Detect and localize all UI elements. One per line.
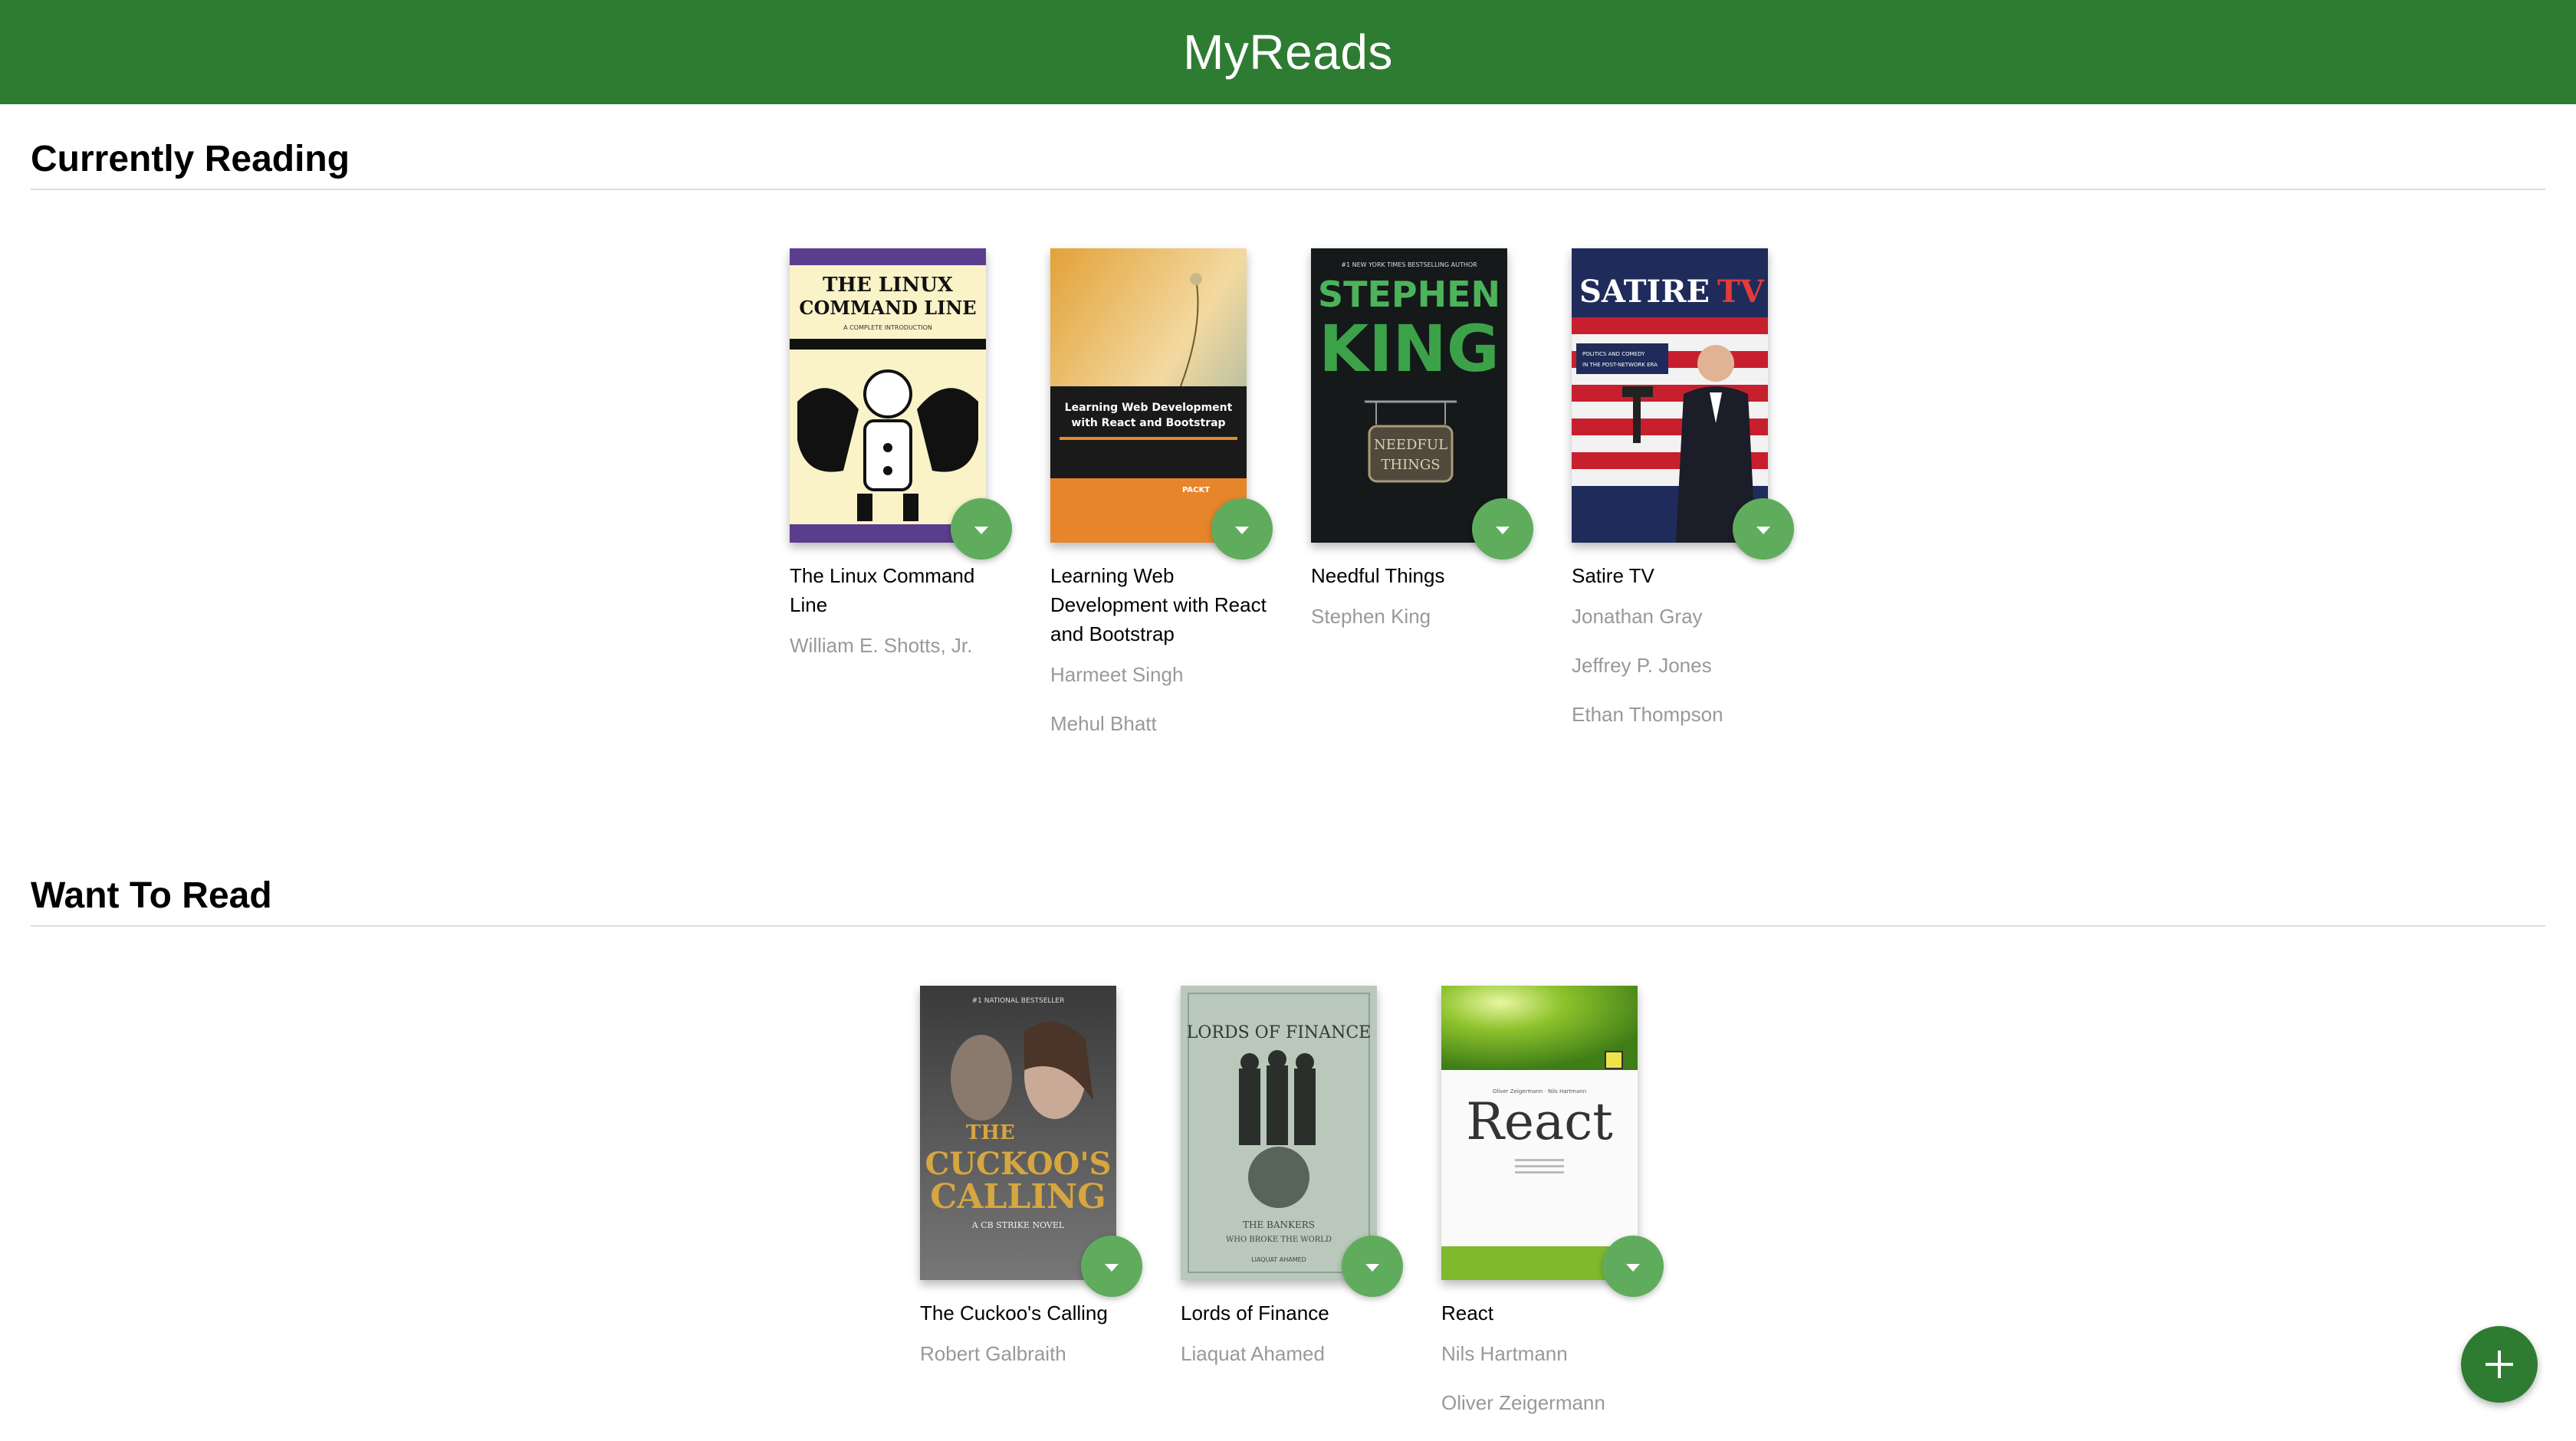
cover-headline-1: THE LINUX <box>823 274 954 297</box>
book-grid: THE LINUX COMMAND LINE A COMPLETE INTROD… <box>790 248 1863 747</box>
book-author: William E. Shotts, Jr. <box>790 634 973 657</box>
cover-sign-1: NEEDFUL <box>1374 437 1447 453</box>
book-cover[interactable]: SATIRE TV POLITICS AND COMEDY IN THE POS… <box>1572 248 1768 543</box>
shelf-changer-button[interactable] <box>1342 1236 1403 1297</box>
book-title: The Linux Command Line <box>790 564 975 616</box>
book-title: Satire TV <box>1572 564 1654 587</box>
cover-subtitle: A COMPLETE INTRODUCTION <box>843 324 932 331</box>
shelf-changer-button[interactable] <box>1472 498 1533 560</box>
book-author: Harmeet Singh <box>1050 663 1184 686</box>
book-author: Nils Hartmann <box>1441 1342 1568 1365</box>
cover-sign-2: THINGS <box>1381 457 1440 473</box>
book-cover-art: Learning Web Development with React and … <box>1050 248 1247 543</box>
cover-tagline: #1 NEW YORK TIMES BESTSELLING AUTHOR <box>1341 261 1477 268</box>
caret-down-icon <box>1496 527 1510 534</box>
book-cover-art: THE LINUX COMMAND LINE A COMPLETE INTROD… <box>790 248 986 543</box>
book-title: The Cuckoo's Calling <box>920 1301 1108 1324</box>
cover-headline-1: SATIRE <box>1579 274 1710 310</box>
book-cover[interactable]: Oliver Zeigermann · Nils Hartmann React <box>1441 986 1638 1280</box>
cover-subtitle-1: POLITICS AND COMEDY <box>1582 351 1645 357</box>
book-cover[interactable]: LORDS OF FINANCE THE BANKERS WHO BROKE T… <box>1181 986 1377 1280</box>
book-cover-art: SATIRE TV POLITICS AND COMEDY IN THE POS… <box>1572 248 1768 543</box>
book-authors: Stephen King <box>1311 592 1533 641</box>
caret-down-icon <box>1365 1264 1379 1272</box>
shelf-changer-button[interactable] <box>1081 1236 1142 1297</box>
book-cover-art: #1 NEW YORK TIMES BESTSELLING AUTHOR STE… <box>1311 248 1507 543</box>
cover-publisher: PACKT <box>1182 486 1210 494</box>
cover-headline-1: Learning Web Development <box>1065 402 1233 414</box>
cover-headline-2: CUCKOO'S <box>925 1146 1111 1182</box>
book-authors: Jonathan Gray Jeffrey P. Jones Ethan Tho… <box>1572 592 1794 739</box>
shelf-want-to-read: Want To Read <box>31 875 2545 927</box>
plus-icon <box>2486 1351 2513 1378</box>
cover-headline-2: KING <box>1319 311 1500 386</box>
book-authors: Robert Galbraith <box>920 1329 1142 1378</box>
book-title: Needful Things <box>1311 564 1445 587</box>
caret-down-icon <box>974 527 988 534</box>
caret-down-icon <box>1235 527 1249 534</box>
cover-byline: LIAQUAT AHAMED <box>1251 1256 1306 1263</box>
shelf-currently-reading: Currently Reading <box>31 138 2545 190</box>
cover-headline-1: React <box>1466 1092 1613 1151</box>
cover-subtitle-2: WHO BROKE THE WORLD <box>1226 1236 1332 1244</box>
book-cover-art: Oliver Zeigermann · Nils Hartmann React <box>1441 986 1638 1280</box>
book-cover-art: #1 NATIONAL BESTSELLER THE CUCKOO'S CALL… <box>920 986 1116 1280</box>
cover-headline-2: COMMAND LINE <box>799 297 976 319</box>
caret-down-icon <box>1626 1264 1640 1272</box>
book-author: Stephen King <box>1311 605 1431 628</box>
add-book-button[interactable] <box>2461 1326 2538 1403</box>
book-authors: Harmeet Singh Mehul Bhatt <box>1050 650 1273 748</box>
cover-tagline: #1 NATIONAL BESTSELLER <box>972 997 1065 1005</box>
book-author: Liaquat Ahamed <box>1181 1342 1325 1365</box>
caret-down-icon <box>1756 527 1770 534</box>
book-title: Learning Web Development with React and … <box>1050 564 1267 645</box>
book-author: Robert Galbraith <box>920 1342 1066 1365</box>
cover-headline-1: THE <box>966 1121 1015 1144</box>
book-author: Oliver Zeigermann <box>1441 1391 1605 1414</box>
shelf-changer-button[interactable] <box>1733 498 1794 560</box>
shelf-title: Currently Reading <box>31 138 2545 190</box>
cover-subtitle-2: IN THE POST-NETWORK ERA <box>1582 362 1658 368</box>
book-authors: Nils Hartmann Oliver Zeigermann <box>1441 1329 1664 1427</box>
book-authors: Liaquat Ahamed <box>1181 1329 1403 1378</box>
cover-subtitle: A CB STRIKE NOVEL <box>971 1220 1065 1230</box>
shelf-changer-button[interactable] <box>1211 498 1273 560</box>
book-grid: #1 NATIONAL BESTSELLER THE CUCKOO'S CALL… <box>920 986 1763 1430</box>
app-title: MyReads <box>1183 25 1393 80</box>
cover-headline-1: LORDS OF FINANCE <box>1187 1023 1371 1042</box>
book-title: React <box>1441 1301 1493 1324</box>
cover-subtitle-1: THE BANKERS <box>1243 1219 1315 1230</box>
cover-headline-2: TV <box>1717 274 1765 310</box>
book-cover[interactable]: #1 NEW YORK TIMES BESTSELLING AUTHOR STE… <box>1311 248 1507 543</box>
shelf-changer-button[interactable] <box>1602 1236 1664 1297</box>
book-cover[interactable]: THE LINUX COMMAND LINE A COMPLETE INTROD… <box>790 248 986 543</box>
app-header: MyReads <box>0 0 2576 104</box>
cover-headline-3: CALLING <box>930 1177 1106 1216</box>
book-author: Ethan Thompson <box>1572 703 1723 726</box>
shelf-title: Want To Read <box>31 875 2545 927</box>
book-cover[interactable]: Learning Web Development with React and … <box>1050 248 1247 543</box>
book-author: Mehul Bhatt <box>1050 712 1157 735</box>
caret-down-icon <box>1105 1264 1119 1272</box>
book-cover-art: LORDS OF FINANCE THE BANKERS WHO BROKE T… <box>1181 986 1377 1280</box>
book-authors: William E. Shotts, Jr. <box>790 621 1012 670</box>
book-author: Jonathan Gray <box>1572 605 1703 628</box>
cover-headline-1: STEPHEN <box>1318 274 1500 315</box>
book-title: Lords of Finance <box>1181 1301 1329 1324</box>
shelf-changer-button[interactable] <box>951 498 1012 560</box>
cover-headline-2: with React and Bootstrap <box>1071 417 1225 429</box>
book-author: Jeffrey P. Jones <box>1572 654 1712 677</box>
book-cover[interactable]: #1 NATIONAL BESTSELLER THE CUCKOO'S CALL… <box>920 986 1116 1280</box>
